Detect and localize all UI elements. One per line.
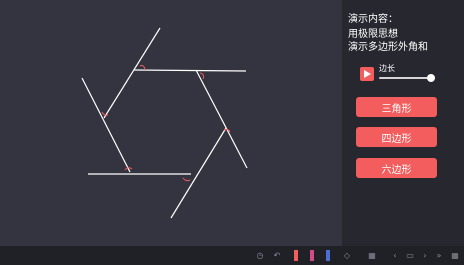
page-icon[interactable]: ▭: [404, 250, 416, 261]
panel-heading: 演示内容：: [348, 14, 398, 25]
quadrilateral-button[interactable]: 四边形: [356, 127, 437, 147]
pen-blue-icon[interactable]: [326, 250, 330, 261]
undo-icon[interactable]: ↶: [272, 250, 282, 261]
next-icon[interactable]: ›: [420, 250, 430, 261]
play-button[interactable]: [360, 67, 374, 81]
hexagon-side-line: [133, 69, 247, 72]
exterior-angle-mark: [139, 65, 146, 71]
triangle-button[interactable]: 三角形: [356, 97, 437, 117]
prev-icon[interactable]: ‹: [390, 250, 400, 261]
hexagon-button[interactable]: 六边形: [356, 158, 437, 178]
hexagon-side-line: [195, 69, 248, 169]
bottom-toolbar: ◷ ↶ ◇ ▦ ‹ ▭ › » ▦: [0, 246, 464, 265]
slider-label: 边长: [379, 64, 395, 73]
panel-description-2: 演示多边形外角和: [348, 42, 428, 53]
panel-description-1: 用极限思想: [348, 29, 398, 40]
eraser-icon[interactable]: ◇: [342, 250, 352, 261]
grid-apps-icon[interactable]: ▦: [450, 250, 460, 261]
drawing-canvas[interactable]: [0, 0, 342, 246]
hexagon-figure: [81, 27, 248, 219]
play-icon: [364, 70, 371, 78]
expand-icon[interactable]: »: [434, 250, 444, 261]
slider-thumb[interactable]: [427, 74, 435, 82]
hexagon-side-line: [81, 77, 131, 173]
alarm-icon[interactable]: ◷: [255, 250, 265, 261]
exterior-angle-mark: [182, 177, 191, 182]
grid-icon[interactable]: ▦: [366, 250, 378, 261]
hexagon-side-line: [103, 27, 161, 119]
pen-pink-icon[interactable]: [310, 250, 314, 261]
hexagon-side-line: [170, 127, 227, 219]
side-length-slider[interactable]: [379, 77, 431, 79]
pen-red-icon[interactable]: [294, 250, 298, 261]
control-panel: 演示内容： 用极限思想 演示多边形外角和 边长 三角形 四边形 六边形: [342, 0, 464, 246]
